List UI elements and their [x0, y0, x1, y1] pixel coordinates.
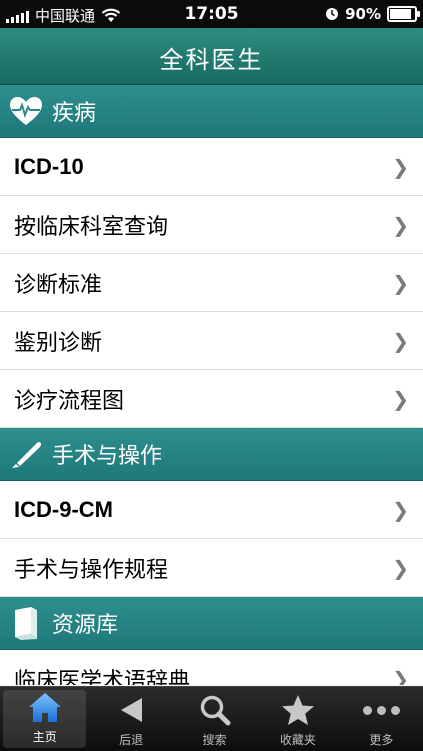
heart-pulse-icon	[10, 97, 42, 125]
section-title: 手术与操作	[52, 444, 163, 469]
navigation-bar: 全科医生	[0, 28, 423, 85]
tab-home[interactable]: 主页	[3, 690, 87, 748]
list-item-icd10[interactable]: ICD-10 ❯	[0, 138, 423, 196]
list-item-label: ICD-10	[14, 153, 84, 179]
list-item-icd9cm[interactable]: ICD-9-CM ❯	[0, 481, 423, 539]
chevron-right-icon: ❯	[392, 497, 409, 522]
list-item-label: 诊疗流程图	[14, 388, 125, 414]
status-bar: 中国联通 17:05 90%	[0, 0, 423, 28]
menu-list[interactable]: 疾病 ICD-10 ❯ 按临床科室查询 ❯ 诊断标准 ❯ 鉴别诊断 ❯ 诊疗流程…	[0, 85, 423, 685]
list-item-diagnostic-criteria[interactable]: 诊断标准 ❯	[0, 254, 423, 312]
list-item-label: ICD-9-CM	[14, 496, 113, 522]
scalpel-icon	[12, 442, 42, 468]
chevron-right-icon: ❯	[392, 386, 409, 411]
tab-bar: 主页 后退 搜索 收藏夹 更多	[0, 686, 423, 751]
tab-more[interactable]: 更多	[340, 687, 423, 751]
battery-icon	[387, 6, 420, 22]
chevron-right-icon: ❯	[392, 270, 409, 295]
back-icon	[121, 698, 143, 722]
section-header-disease: 疾病	[0, 85, 423, 138]
chevron-right-icon: ❯	[392, 555, 409, 580]
chevron-right-icon: ❯	[392, 666, 409, 686]
section-header-surgery: 手术与操作	[0, 428, 423, 481]
alarm-clock-icon	[326, 8, 339, 20]
list-item-label: 诊断标准	[14, 272, 103, 298]
list-item-label: 临床医学术语辞典	[14, 668, 191, 686]
more-icon	[362, 705, 400, 715]
section-title: 疾病	[52, 101, 97, 126]
tab-label: 搜索	[202, 733, 227, 747]
page-title: 全科医生	[159, 46, 264, 74]
chevron-right-icon: ❯	[392, 328, 409, 353]
tab-label: 更多	[369, 733, 394, 747]
tab-label: 后退	[119, 733, 144, 747]
battery-info: 90%	[325, 5, 420, 23]
tab-favorites[interactable]: 收藏夹	[256, 687, 339, 751]
list-item-differential-diagnosis[interactable]: 鉴别诊断 ❯	[0, 312, 423, 370]
section-title: 资源库	[52, 613, 119, 638]
battery-percent: 90%	[345, 5, 381, 23]
list-item-dictionary[interactable]: 临床医学术语辞典 ❯	[0, 650, 423, 685]
home-icon	[28, 693, 61, 722]
chevron-right-icon: ❯	[392, 154, 409, 179]
chevron-right-icon: ❯	[392, 212, 409, 237]
list-item-procedure-rules[interactable]: 手术与操作规程 ❯	[0, 539, 423, 597]
star-icon	[281, 695, 314, 725]
list-item-label: 按临床科室查询	[14, 214, 169, 240]
list-item-label: 鉴别诊断	[14, 330, 103, 356]
search-icon	[200, 695, 231, 726]
tab-search[interactable]: 搜索	[173, 687, 256, 751]
section-header-resources: 资源库	[0, 597, 423, 650]
tab-back[interactable]: 后退	[89, 687, 172, 751]
list-item-by-department[interactable]: 按临床科室查询 ❯	[0, 196, 423, 254]
list-item-label: 手术与操作规程	[14, 557, 169, 583]
tab-label: 主页	[32, 730, 57, 744]
tab-label: 收藏夹	[279, 733, 316, 747]
book-icon	[15, 607, 37, 640]
list-item-flowchart[interactable]: 诊疗流程图 ❯	[0, 370, 423, 428]
